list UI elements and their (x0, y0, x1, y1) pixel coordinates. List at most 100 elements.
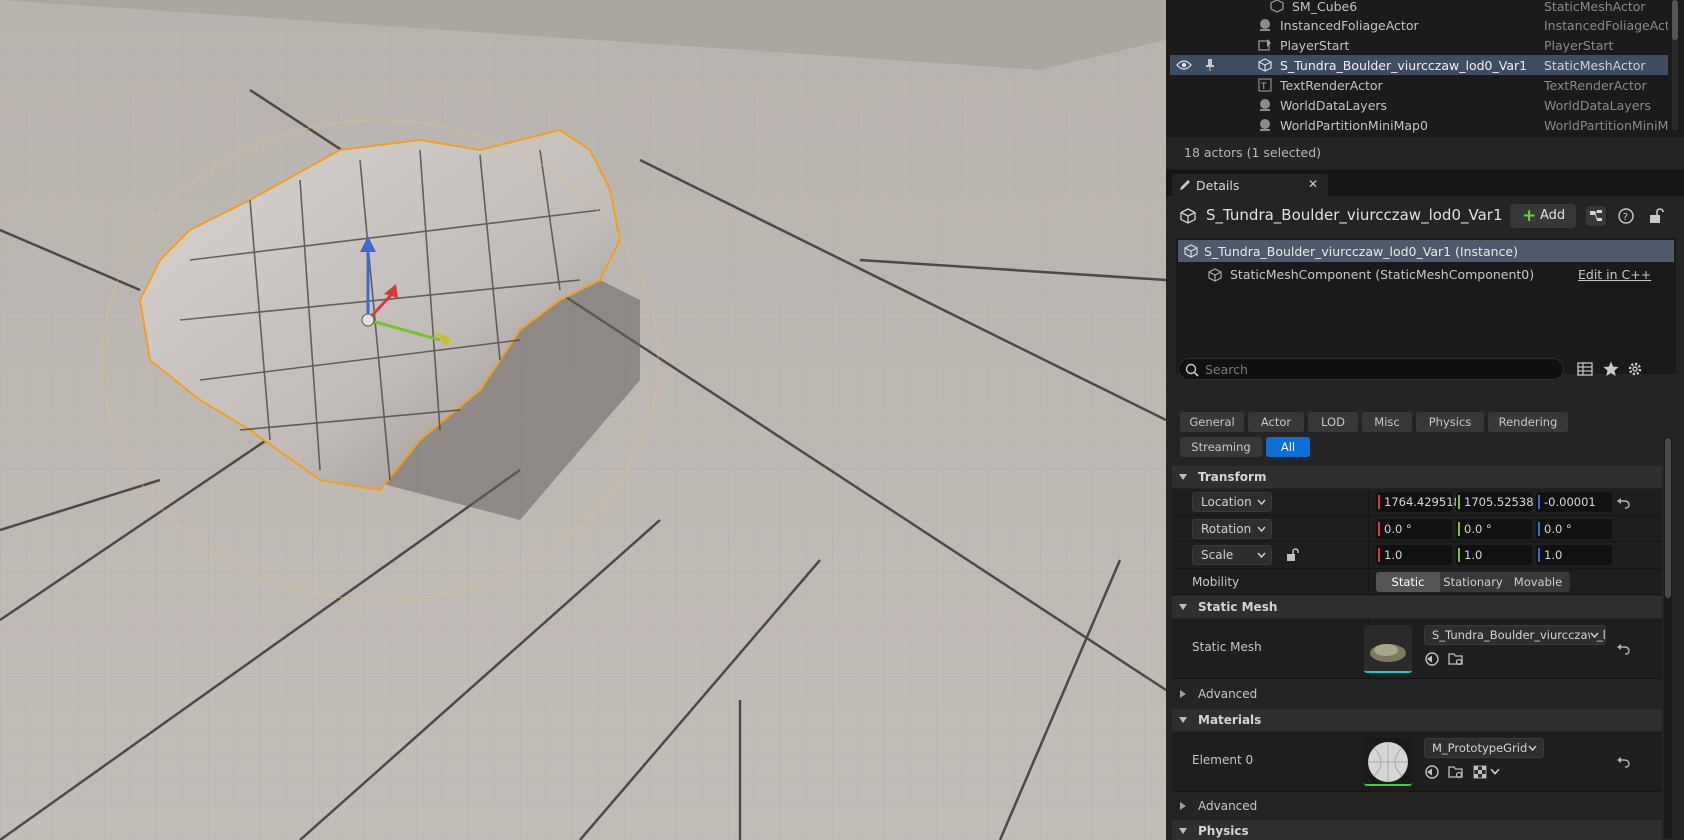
outliner-row-name: S_Tundra_Boulder_viurcczaw_lod0_Var1 (1280, 58, 1528, 73)
visibility-eye-icon[interactable] (1176, 59, 1192, 71)
filter-lod[interactable]: LOD (1308, 412, 1358, 432)
outliner-row-name: InstancedFoliageActor (1280, 18, 1419, 33)
scale-z-field[interactable]: 1.0 (1536, 545, 1612, 565)
reset-to-default-icon[interactable] (1616, 496, 1632, 510)
rotation-dropdown[interactable]: Rotation (1192, 519, 1272, 539)
filter-general[interactable]: General (1180, 412, 1244, 432)
static-mesh-advanced[interactable]: Advanced (1172, 683, 1662, 705)
actor-sphere-icon (1260, 119, 1270, 131)
mobility-row: Mobility Static Stationary Movable (1172, 569, 1662, 595)
svg-text:T: T (1260, 82, 1267, 92)
add-component-label: Add (1540, 208, 1566, 223)
close-icon[interactable]: ✕ (1308, 177, 1318, 191)
details-search-box[interactable] (1178, 358, 1564, 380)
scale-y-field[interactable]: 1.0 (1456, 545, 1532, 565)
outliner-row[interactable]: T TextRenderActor TextRenderActor (1170, 75, 1668, 95)
help-icon[interactable]: ? (1616, 206, 1636, 226)
use-selected-icon[interactable] (1424, 764, 1440, 780)
mobility-static[interactable]: Static (1376, 572, 1440, 592)
actor-count-bar: 18 actors (1 selected) (1166, 137, 1684, 169)
filter-actor[interactable]: Actor (1248, 412, 1304, 432)
tab-details[interactable]: Details ✕ (1172, 174, 1328, 196)
mobility-movable[interactable]: Movable (1506, 572, 1570, 592)
outliner-row[interactable]: WorldDataLayers WorldDataLayers (1170, 95, 1668, 115)
outliner-row-type: StaticMeshActor (1544, 0, 1646, 14)
material-element-label: Element 0 (1192, 753, 1254, 767)
component-root-label: S_Tundra_Boulder_viurcczaw_lod0_Var1 (In… (1204, 244, 1518, 259)
rotation-row: Rotation 0.0 ° 0.0 ° 0.0 ° (1172, 516, 1662, 542)
outliner-row-name: SM_Cube6 (1292, 0, 1358, 14)
blueprint-hierarchy-icon[interactable] (1586, 206, 1606, 226)
filter-all[interactable]: All (1266, 437, 1310, 457)
rotation-z-field[interactable]: 0.0 ° (1536, 519, 1612, 539)
section-materials[interactable]: Materials (1172, 709, 1662, 731)
outliner-row[interactable]: InstancedFoliageActor InstancedFoliageAc… (1170, 15, 1668, 35)
static-mesh-thumbnail[interactable] (1364, 625, 1412, 673)
static-mesh-component-icon (1208, 268, 1222, 282)
section-physics[interactable]: Physics (1172, 820, 1662, 840)
outliner-row-selected[interactable]: S_Tundra_Boulder_viurcczaw_lod0_Var1 Sta… (1170, 55, 1668, 75)
material-thumbnail[interactable] (1364, 738, 1412, 786)
actor-name[interactable]: S_Tundra_Boulder_viurcczaw_lod0_Var1 (1206, 206, 1502, 224)
static-mesh-icon (1258, 58, 1272, 72)
location-x-field[interactable]: 1764.429518 (1376, 492, 1461, 512)
scale-dropdown[interactable]: Scale (1192, 545, 1272, 565)
mobility-stationary[interactable]: Stationary (1440, 572, 1506, 592)
browse-folder-icon[interactable] (1448, 764, 1464, 780)
add-component-button[interactable]: + Add (1510, 204, 1576, 228)
rotation-y-field[interactable]: 0.0 ° (1456, 519, 1532, 539)
materials-advanced[interactable]: Advanced (1172, 795, 1662, 817)
level-viewport[interactable] (0, 0, 1166, 840)
static-mesh-asset-name: S_Tundra_Boulder_viurcczaw_lod0_Var1 (1432, 628, 1606, 642)
reset-to-default-icon[interactable] (1616, 642, 1632, 656)
filter-misc[interactable]: Misc (1362, 412, 1412, 432)
scale-x-field[interactable]: 1.0 (1376, 545, 1452, 565)
checker-texture-icon[interactable] (1472, 764, 1488, 780)
section-physics-label: Physics (1198, 824, 1249, 838)
chevron-down-icon (1590, 632, 1599, 639)
details-tab-strip: Details ✕ (1166, 170, 1684, 196)
filter-physics[interactable]: Physics (1416, 412, 1484, 432)
filter-rendering[interactable]: Rendering (1488, 412, 1568, 432)
material-asset-name: M_PrototypeGrid (1432, 741, 1528, 755)
location-y-field[interactable]: 1705.52538 (1456, 492, 1534, 512)
section-transform[interactable]: Transform (1172, 466, 1662, 488)
outliner-row[interactable]: SM_Cube6 StaticMeshActor (1170, 0, 1668, 16)
chevron-down-icon (1179, 828, 1187, 834)
plus-icon: + (1522, 206, 1537, 226)
outliner-row-name: WorldPartitionMiniMap0 (1280, 118, 1428, 133)
outliner-row[interactable]: PlayerStart PlayerStart (1170, 35, 1668, 55)
lock-icon[interactable] (1646, 206, 1666, 226)
material-asset-dropdown[interactable]: M_PrototypeGrid (1424, 738, 1544, 758)
edit-in-cpp-link[interactable]: Edit in C++ (1578, 267, 1651, 282)
component-child-row[interactable]: StaticMeshComponent (StaticMeshComponent… (1178, 264, 1674, 286)
details-scrollbar-thumb[interactable] (1665, 438, 1671, 598)
outliner-scrollbar-thumb[interactable] (1672, 0, 1678, 40)
search-input[interactable] (1205, 361, 1555, 378)
static-mesh-asset-dropdown[interactable]: S_Tundra_Boulder_viurcczaw_lod0_Var1 (1424, 625, 1606, 645)
outliner-row[interactable]: WorldPartitionMiniMap0 WorldPartitionMin… (1170, 115, 1668, 135)
chevron-down-icon (1179, 474, 1187, 480)
table-view-icon[interactable] (1576, 360, 1594, 378)
material-element-row: Element 0 M_PrototypeGrid (1172, 732, 1662, 792)
static-mesh-label: Static Mesh (1192, 640, 1262, 654)
browse-folder-icon[interactable] (1448, 651, 1464, 667)
section-static-mesh[interactable]: Static Mesh (1172, 596, 1662, 618)
outliner-row-type: WorldDataLayers (1544, 98, 1652, 113)
filter-streaming[interactable]: Streaming (1180, 437, 1262, 457)
location-dropdown[interactable]: Location (1192, 492, 1272, 512)
gear-icon[interactable] (1626, 360, 1644, 378)
outliner-row-type: InstancedFoliageActor (1544, 18, 1668, 33)
component-root-row[interactable]: S_Tundra_Boulder_viurcczaw_lod0_Var1 (In… (1178, 240, 1674, 262)
use-selected-icon[interactable] (1424, 651, 1440, 667)
chevron-down-icon[interactable] (1490, 768, 1500, 776)
chevron-down-icon (1257, 526, 1266, 533)
pin-icon[interactable] (1204, 58, 1216, 72)
unlock-icon[interactable] (1286, 548, 1300, 562)
rotation-x-field[interactable]: 0.0 ° (1376, 519, 1452, 539)
text-render-icon: T (1258, 78, 1272, 92)
location-row: Location 1764.429518 1705.52538 -0.00001 (1172, 489, 1662, 516)
reset-to-default-icon[interactable] (1616, 755, 1632, 769)
location-z-field[interactable]: -0.00001 (1536, 492, 1612, 512)
star-icon[interactable] (1602, 360, 1620, 378)
